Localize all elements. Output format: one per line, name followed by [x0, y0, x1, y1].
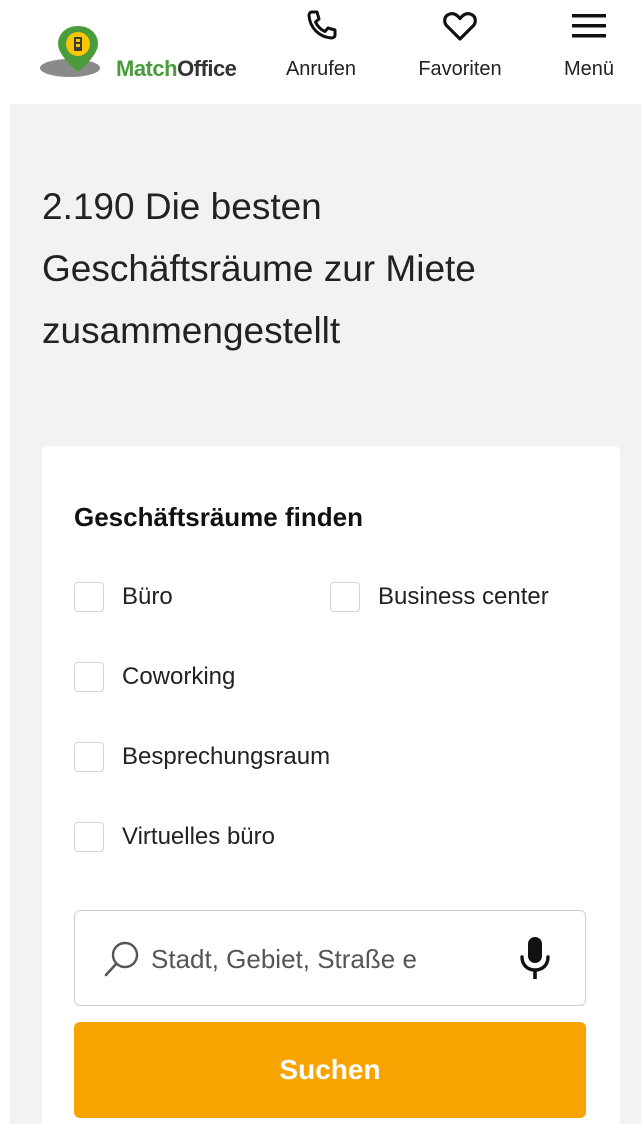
hamburger-menu-icon: [572, 14, 606, 38]
checkbox-label: Virtuelles büro: [122, 823, 275, 850]
checkbox-box[interactable]: [74, 582, 104, 612]
logo-wordmark-match: Match: [116, 56, 178, 81]
headline-line-2: Geschäftsräume zur Miete: [42, 248, 476, 289]
logo-wordmark: MatchOffice: [116, 56, 237, 82]
checkbox-label: Büro: [122, 583, 173, 610]
microphone-icon[interactable]: [515, 935, 555, 983]
checkbox-business-center[interactable]: Business center: [330, 580, 549, 614]
favorites-label: Favoriten: [418, 58, 502, 80]
search-submit-button[interactable]: Suchen: [74, 1022, 586, 1118]
headline-line-1: 2.190 Die besten: [42, 186, 322, 227]
checkbox-virtuelles-buero[interactable]: Virtuelles büro: [74, 820, 275, 854]
checkbox-label: Business center: [378, 583, 549, 610]
checkbox-besprechungsraum[interactable]: Besprechungsraum: [74, 740, 330, 774]
heart-icon: [443, 12, 477, 41]
call-button[interactable]: Anrufen: [278, 6, 364, 81]
checkbox-buero[interactable]: Büro: [74, 580, 173, 614]
search-card: Geschäftsräume finden Büro Business cent…: [42, 446, 620, 1124]
matchoffice-logo[interactable]: MatchOffice: [40, 22, 260, 82]
menu-label: Menü: [563, 58, 615, 80]
checkbox-label: Besprechungsraum: [122, 743, 331, 770]
logo-wordmark-office: Office: [177, 56, 237, 81]
hero-section: 2.190 Die besten Geschäftsräume zur Miet…: [10, 104, 641, 1124]
page-headline: 2.190 Die besten Geschäftsräume zur Miet…: [42, 176, 602, 362]
checkbox-coworking[interactable]: Coworking: [74, 660, 235, 694]
site-header: MatchOffice Anrufen Favoriten Menü: [0, 0, 641, 104]
phone-icon: [307, 10, 337, 40]
checkbox-box[interactable]: [330, 582, 360, 612]
search-icon: [104, 941, 139, 977]
logo-pin-icon: [40, 26, 100, 77]
checkbox-box[interactable]: [74, 742, 104, 772]
search-card-title: Geschäftsräume finden: [74, 502, 363, 532]
headline-line-3: zusammengestellt: [42, 310, 341, 351]
checkbox-box[interactable]: [74, 822, 104, 852]
menu-button[interactable]: Menü: [556, 6, 622, 81]
call-label: Anrufen: [285, 58, 357, 80]
location-search-input[interactable]: [151, 933, 481, 985]
checkbox-label: Coworking: [122, 663, 236, 690]
favorites-button[interactable]: Favoriten: [406, 6, 514, 81]
location-search-box[interactable]: [74, 910, 586, 1006]
checkbox-box[interactable]: [74, 662, 104, 692]
